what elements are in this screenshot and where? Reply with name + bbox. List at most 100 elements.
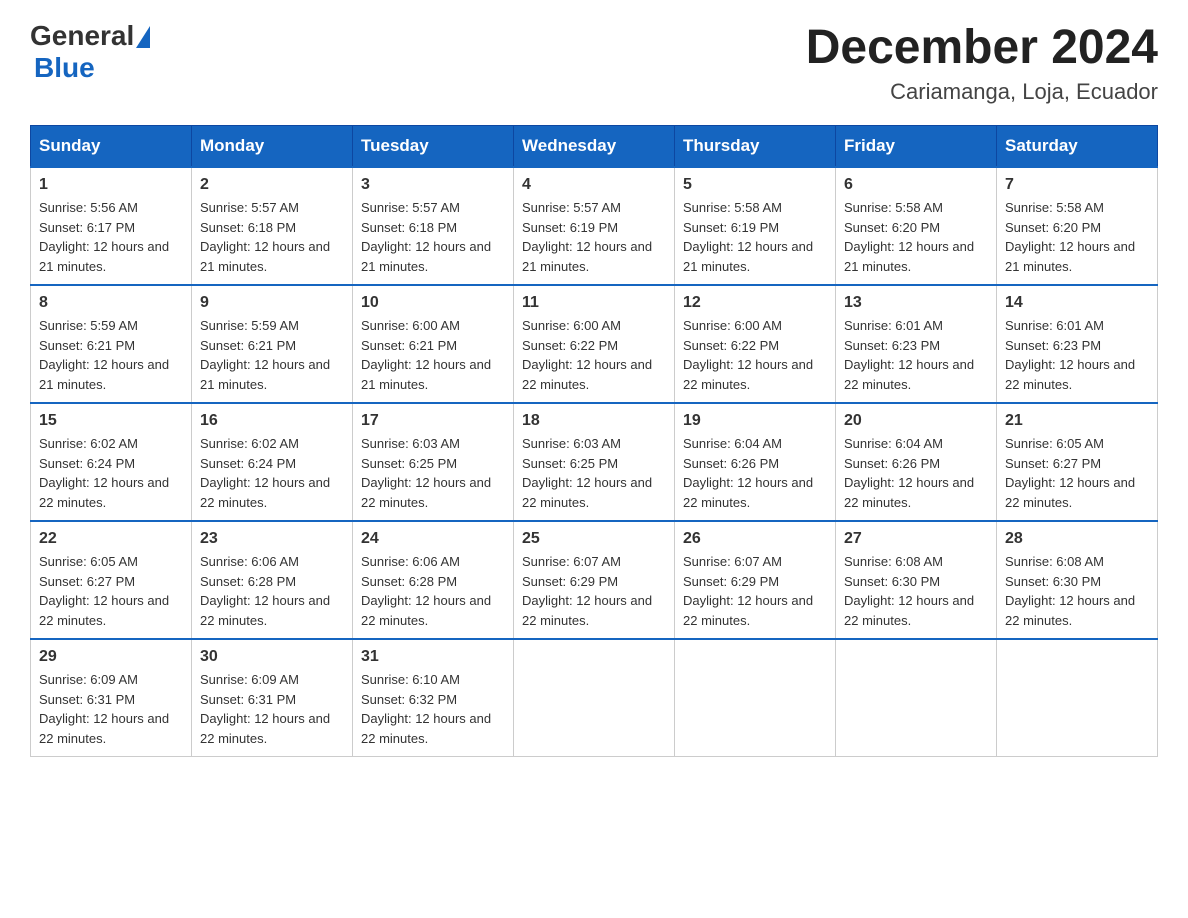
calendar-cell-w5-d1: 29 Sunrise: 6:09 AMSunset: 6:31 PMDaylig…: [31, 639, 192, 757]
logo-triangle-icon: [136, 26, 150, 48]
day-info: Sunrise: 6:01 AMSunset: 6:23 PMDaylight:…: [844, 316, 988, 394]
day-info: Sunrise: 5:56 AMSunset: 6:17 PMDaylight:…: [39, 198, 183, 276]
day-info: Sunrise: 6:08 AMSunset: 6:30 PMDaylight:…: [844, 552, 988, 630]
week-row-3: 15 Sunrise: 6:02 AMSunset: 6:24 PMDaylig…: [31, 403, 1158, 521]
calendar-cell-w4-d5: 26 Sunrise: 6:07 AMSunset: 6:29 PMDaylig…: [675, 521, 836, 639]
calendar-cell-w3-d2: 16 Sunrise: 6:02 AMSunset: 6:24 PMDaylig…: [192, 403, 353, 521]
day-number: 11: [522, 294, 666, 312]
header-tuesday: Tuesday: [353, 126, 514, 168]
day-number: 25: [522, 530, 666, 548]
day-number: 4: [522, 176, 666, 194]
header-sunday: Sunday: [31, 126, 192, 168]
day-info: Sunrise: 6:06 AMSunset: 6:28 PMDaylight:…: [361, 552, 505, 630]
day-info: Sunrise: 6:05 AMSunset: 6:27 PMDaylight:…: [39, 552, 183, 630]
day-number: 23: [200, 530, 344, 548]
logo-general-text: General: [30, 20, 134, 52]
calendar-cell-w4-d1: 22 Sunrise: 6:05 AMSunset: 6:27 PMDaylig…: [31, 521, 192, 639]
calendar-cell-w1-d2: 2 Sunrise: 5:57 AMSunset: 6:18 PMDayligh…: [192, 167, 353, 285]
day-number: 2: [200, 176, 344, 194]
day-info: Sunrise: 6:04 AMSunset: 6:26 PMDaylight:…: [683, 434, 827, 512]
day-number: 14: [1005, 294, 1149, 312]
day-info: Sunrise: 6:05 AMSunset: 6:27 PMDaylight:…: [1005, 434, 1149, 512]
calendar-cell-w3-d1: 15 Sunrise: 6:02 AMSunset: 6:24 PMDaylig…: [31, 403, 192, 521]
day-info: Sunrise: 6:03 AMSunset: 6:25 PMDaylight:…: [522, 434, 666, 512]
day-number: 17: [361, 412, 505, 430]
day-number: 21: [1005, 412, 1149, 430]
calendar-cell-w2-d4: 11 Sunrise: 6:00 AMSunset: 6:22 PMDaylig…: [514, 285, 675, 403]
logo-top: General: [30, 20, 150, 52]
calendar-title: December 2024: [806, 20, 1158, 75]
day-number: 7: [1005, 176, 1149, 194]
day-info: Sunrise: 6:00 AMSunset: 6:22 PMDaylight:…: [683, 316, 827, 394]
day-info: Sunrise: 5:59 AMSunset: 6:21 PMDaylight:…: [39, 316, 183, 394]
day-info: Sunrise: 6:02 AMSunset: 6:24 PMDaylight:…: [39, 434, 183, 512]
calendar-cell-w1-d1: 1 Sunrise: 5:56 AMSunset: 6:17 PMDayligh…: [31, 167, 192, 285]
day-info: Sunrise: 5:57 AMSunset: 6:18 PMDaylight:…: [361, 198, 505, 276]
day-number: 12: [683, 294, 827, 312]
week-row-5: 29 Sunrise: 6:09 AMSunset: 6:31 PMDaylig…: [31, 639, 1158, 757]
calendar-cell-w5-d4: [514, 639, 675, 757]
day-number: 15: [39, 412, 183, 430]
day-info: Sunrise: 5:58 AMSunset: 6:19 PMDaylight:…: [683, 198, 827, 276]
calendar-cell-w3-d7: 21 Sunrise: 6:05 AMSunset: 6:27 PMDaylig…: [997, 403, 1158, 521]
day-number: 19: [683, 412, 827, 430]
page-header: General Blue December 2024 Cariamanga, L…: [30, 20, 1158, 105]
day-info: Sunrise: 5:58 AMSunset: 6:20 PMDaylight:…: [844, 198, 988, 276]
calendar-cell-w1-d6: 6 Sunrise: 5:58 AMSunset: 6:20 PMDayligh…: [836, 167, 997, 285]
calendar-cell-w1-d5: 5 Sunrise: 5:58 AMSunset: 6:19 PMDayligh…: [675, 167, 836, 285]
day-info: Sunrise: 6:08 AMSunset: 6:30 PMDaylight:…: [1005, 552, 1149, 630]
day-number: 9: [200, 294, 344, 312]
calendar-cell-w2-d3: 10 Sunrise: 6:00 AMSunset: 6:21 PMDaylig…: [353, 285, 514, 403]
location-label: Cariamanga, Loja, Ecuador: [806, 79, 1158, 105]
calendar-cell-w2-d5: 12 Sunrise: 6:00 AMSunset: 6:22 PMDaylig…: [675, 285, 836, 403]
calendar-body: 1 Sunrise: 5:56 AMSunset: 6:17 PMDayligh…: [31, 167, 1158, 757]
day-number: 1: [39, 176, 183, 194]
week-row-1: 1 Sunrise: 5:56 AMSunset: 6:17 PMDayligh…: [31, 167, 1158, 285]
calendar-cell-w3-d4: 18 Sunrise: 6:03 AMSunset: 6:25 PMDaylig…: [514, 403, 675, 521]
day-number: 3: [361, 176, 505, 194]
calendar-cell-w3-d6: 20 Sunrise: 6:04 AMSunset: 6:26 PMDaylig…: [836, 403, 997, 521]
days-of-week-row: Sunday Monday Tuesday Wednesday Thursday…: [31, 126, 1158, 168]
week-row-4: 22 Sunrise: 6:05 AMSunset: 6:27 PMDaylig…: [31, 521, 1158, 639]
day-info: Sunrise: 6:09 AMSunset: 6:31 PMDaylight:…: [200, 670, 344, 748]
day-info: Sunrise: 5:58 AMSunset: 6:20 PMDaylight:…: [1005, 198, 1149, 276]
calendar-cell-w4-d3: 24 Sunrise: 6:06 AMSunset: 6:28 PMDaylig…: [353, 521, 514, 639]
calendar-cell-w4-d4: 25 Sunrise: 6:07 AMSunset: 6:29 PMDaylig…: [514, 521, 675, 639]
day-info: Sunrise: 6:07 AMSunset: 6:29 PMDaylight:…: [522, 552, 666, 630]
header-thursday: Thursday: [675, 126, 836, 168]
calendar-cell-w2-d6: 13 Sunrise: 6:01 AMSunset: 6:23 PMDaylig…: [836, 285, 997, 403]
calendar-cell-w3-d3: 17 Sunrise: 6:03 AMSunset: 6:25 PMDaylig…: [353, 403, 514, 521]
day-number: 6: [844, 176, 988, 194]
calendar-cell-w3-d5: 19 Sunrise: 6:04 AMSunset: 6:26 PMDaylig…: [675, 403, 836, 521]
calendar-cell-w4-d2: 23 Sunrise: 6:06 AMSunset: 6:28 PMDaylig…: [192, 521, 353, 639]
day-info: Sunrise: 6:07 AMSunset: 6:29 PMDaylight:…: [683, 552, 827, 630]
header-saturday: Saturday: [997, 126, 1158, 168]
day-number: 30: [200, 648, 344, 666]
day-info: Sunrise: 6:09 AMSunset: 6:31 PMDaylight:…: [39, 670, 183, 748]
day-number: 18: [522, 412, 666, 430]
calendar-cell-w4-d6: 27 Sunrise: 6:08 AMSunset: 6:30 PMDaylig…: [836, 521, 997, 639]
day-number: 20: [844, 412, 988, 430]
day-number: 16: [200, 412, 344, 430]
calendar-cell-w1-d7: 7 Sunrise: 5:58 AMSunset: 6:20 PMDayligh…: [997, 167, 1158, 285]
logo: General Blue: [30, 20, 150, 84]
calendar-table: Sunday Monday Tuesday Wednesday Thursday…: [30, 125, 1158, 757]
day-info: Sunrise: 6:10 AMSunset: 6:32 PMDaylight:…: [361, 670, 505, 748]
calendar-cell-w2-d1: 8 Sunrise: 5:59 AMSunset: 6:21 PMDayligh…: [31, 285, 192, 403]
calendar-cell-w5-d3: 31 Sunrise: 6:10 AMSunset: 6:32 PMDaylig…: [353, 639, 514, 757]
day-info: Sunrise: 5:57 AMSunset: 6:19 PMDaylight:…: [522, 198, 666, 276]
calendar-cell-w5-d2: 30 Sunrise: 6:09 AMSunset: 6:31 PMDaylig…: [192, 639, 353, 757]
day-number: 8: [39, 294, 183, 312]
day-number: 26: [683, 530, 827, 548]
day-info: Sunrise: 6:02 AMSunset: 6:24 PMDaylight:…: [200, 434, 344, 512]
day-number: 28: [1005, 530, 1149, 548]
calendar-cell-w1-d3: 3 Sunrise: 5:57 AMSunset: 6:18 PMDayligh…: [353, 167, 514, 285]
calendar-cell-w4-d7: 28 Sunrise: 6:08 AMSunset: 6:30 PMDaylig…: [997, 521, 1158, 639]
day-info: Sunrise: 5:59 AMSunset: 6:21 PMDaylight:…: [200, 316, 344, 394]
day-number: 13: [844, 294, 988, 312]
calendar-cell-w5-d7: [997, 639, 1158, 757]
calendar-cell-w2-d7: 14 Sunrise: 6:01 AMSunset: 6:23 PMDaylig…: [997, 285, 1158, 403]
day-number: 27: [844, 530, 988, 548]
day-info: Sunrise: 6:06 AMSunset: 6:28 PMDaylight:…: [200, 552, 344, 630]
day-number: 31: [361, 648, 505, 666]
